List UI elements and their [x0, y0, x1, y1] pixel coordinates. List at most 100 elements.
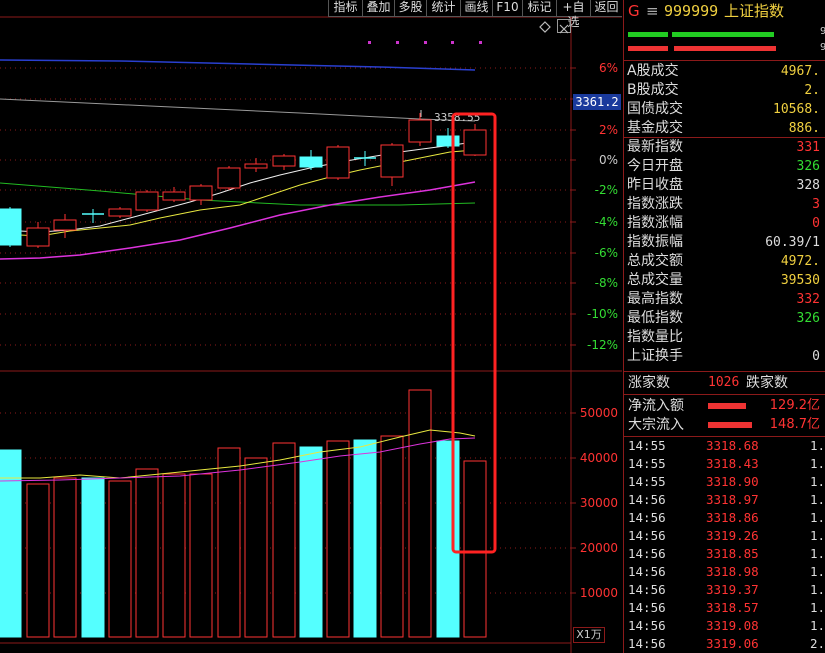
tick-price: 3318.43 — [706, 456, 759, 471]
toolbar-button[interactable]: +自选 — [556, 0, 590, 29]
menu-icon[interactable]: ≡ — [646, 0, 659, 22]
volume-bar — [299, 446, 323, 638]
tick-time: 14:56 — [628, 636, 666, 651]
quote-value: 39530 — [780, 273, 820, 288]
quote-label: 总成交量 — [627, 272, 683, 288]
tick-time: 14:56 — [628, 510, 666, 525]
quote-row: 基金成交 886. — [624, 119, 822, 138]
pct-tick-label: 6% — [599, 61, 618, 75]
volume-bar — [380, 435, 404, 638]
volume-tick-label: 40000 — [580, 451, 618, 465]
ma-line-grey — [0, 98, 476, 122]
quote-label: 指数涨幅 — [627, 215, 683, 231]
quote-label: 指数量比 — [627, 329, 683, 345]
tick-row: 14:56 3319.37 1. — [624, 581, 825, 599]
quote-row: 昨日收盘 328 — [624, 176, 822, 195]
tick-row: 14:55 3318.90 1. — [624, 473, 825, 491]
kline-chart[interactable]: 6%4%2%0%-2%-4%-6%-8%-10%-12%500004000030… — [0, 0, 622, 653]
tick-row: 14:55 3318.43 1. — [624, 455, 825, 473]
quote-row: 最低指数 326 — [624, 309, 822, 328]
quote-label: 最高指数 — [627, 291, 683, 307]
tick-row: 14:56 3319.08 1. — [624, 617, 825, 635]
toolbar-button[interactable]: 标记 — [522, 0, 556, 17]
quote-row: 上证换手 0 — [624, 347, 822, 366]
stock-code: 999999 — [664, 2, 719, 20]
tick-volume: 1. — [810, 564, 825, 579]
quote-value: 2. — [804, 83, 820, 98]
kline-chart-panel[interactable]: 6%4%2%0%-2%-4%-6%-8%-10%-12%500004000030… — [0, 0, 622, 653]
tick-time: 14:56 — [628, 582, 666, 597]
tick-price: 3318.86 — [706, 510, 759, 525]
candle-body — [217, 167, 241, 189]
candle-body — [162, 191, 186, 201]
quote-label: 基金成交 — [627, 120, 683, 136]
volume-bar — [53, 477, 77, 638]
ask-bar — [674, 46, 776, 51]
volume-tick-label: 20000 — [580, 541, 618, 555]
volume-tick-label: 10000 — [580, 586, 618, 600]
candle-body — [299, 156, 323, 168]
quote-row: 最新指数 331 — [624, 138, 822, 157]
toolbar-button[interactable]: 画线 — [460, 0, 492, 17]
quote-label: 今日开盘 — [627, 158, 683, 174]
bid-bar — [672, 32, 774, 37]
quote-row: 指数振幅 60.39/1 — [624, 233, 822, 252]
tick-time: 14:55 — [628, 456, 666, 471]
tick-price: 3318.98 — [706, 564, 759, 579]
signal-dot — [479, 41, 482, 44]
candle-body — [380, 144, 404, 178]
toolbar-button[interactable]: 统计 — [426, 0, 460, 17]
tick-price: 3318.90 — [706, 474, 759, 489]
volume-bar — [162, 473, 186, 638]
candle-body — [244, 163, 268, 169]
diamond-icon[interactable] — [538, 19, 552, 33]
quote-label: 国债成交 — [627, 101, 683, 117]
tick-time: 14:56 — [628, 492, 666, 507]
pct-tick-label: -6% — [595, 246, 618, 260]
tick-volume: 1. — [810, 528, 825, 543]
volume-bar — [272, 442, 296, 638]
toolbar-button[interactable]: 叠加 — [362, 0, 394, 17]
candle-body — [53, 219, 77, 231]
toolbar-button[interactable]: 多股 — [394, 0, 426, 17]
tick-time: 14:56 — [628, 618, 666, 633]
pct-tick-label: 2% — [599, 123, 618, 137]
quote-row: 总成交量 39530 — [624, 271, 822, 290]
quote-row: 今日开盘 326 — [624, 157, 822, 176]
tick-row: 14:56 3319.26 1. — [624, 527, 825, 545]
tick-volume: 1. — [810, 474, 825, 489]
toolbar-button[interactable]: 返回 — [590, 0, 622, 17]
bid-bar — [628, 32, 668, 37]
candle-body — [0, 208, 22, 246]
tick-price: 3318.97 — [706, 492, 759, 507]
quote-row: B股成交 2. — [624, 81, 822, 100]
tick-price: 3319.08 — [706, 618, 759, 633]
tick-time: 14:55 — [628, 438, 666, 453]
quote-value: 60.39/1 — [765, 235, 820, 250]
volume-bar — [26, 483, 50, 638]
quote-row: 最高指数 332 — [624, 290, 822, 309]
quote-value: 886. — [788, 121, 820, 136]
quote-panel: G ≡ 999999 上证指数 9 9 A股成交 4967. B股成交 2. 国债成交 1… — [623, 0, 825, 653]
ma-line-blue — [0, 59, 476, 71]
candle-body — [436, 135, 460, 147]
toolbar-button[interactable]: 指标 — [328, 0, 362, 17]
candle-body — [272, 155, 296, 167]
tick-volume: 1. — [810, 600, 825, 615]
g-badge: G — [628, 2, 640, 20]
candle-body — [26, 227, 50, 247]
close-icon[interactable] — [557, 19, 571, 34]
toolbar-button[interactable]: F10 — [492, 0, 522, 17]
candle-body — [408, 119, 432, 143]
quote-row: 国债成交 10568. — [624, 100, 822, 119]
flow-row: 净流入额 129.2亿 — [628, 398, 820, 414]
flow-row: 大宗流入 148.7亿 — [628, 417, 820, 433]
tick-volume: 1. — [810, 456, 825, 471]
candle-body — [135, 191, 159, 211]
tick-volume: 1. — [810, 492, 825, 507]
candle-body — [108, 208, 132, 217]
volume-bar — [326, 440, 350, 638]
quote-value: 3 — [812, 197, 820, 212]
volume-bar — [81, 477, 105, 638]
volume-unit-label: X1万 — [573, 627, 605, 643]
